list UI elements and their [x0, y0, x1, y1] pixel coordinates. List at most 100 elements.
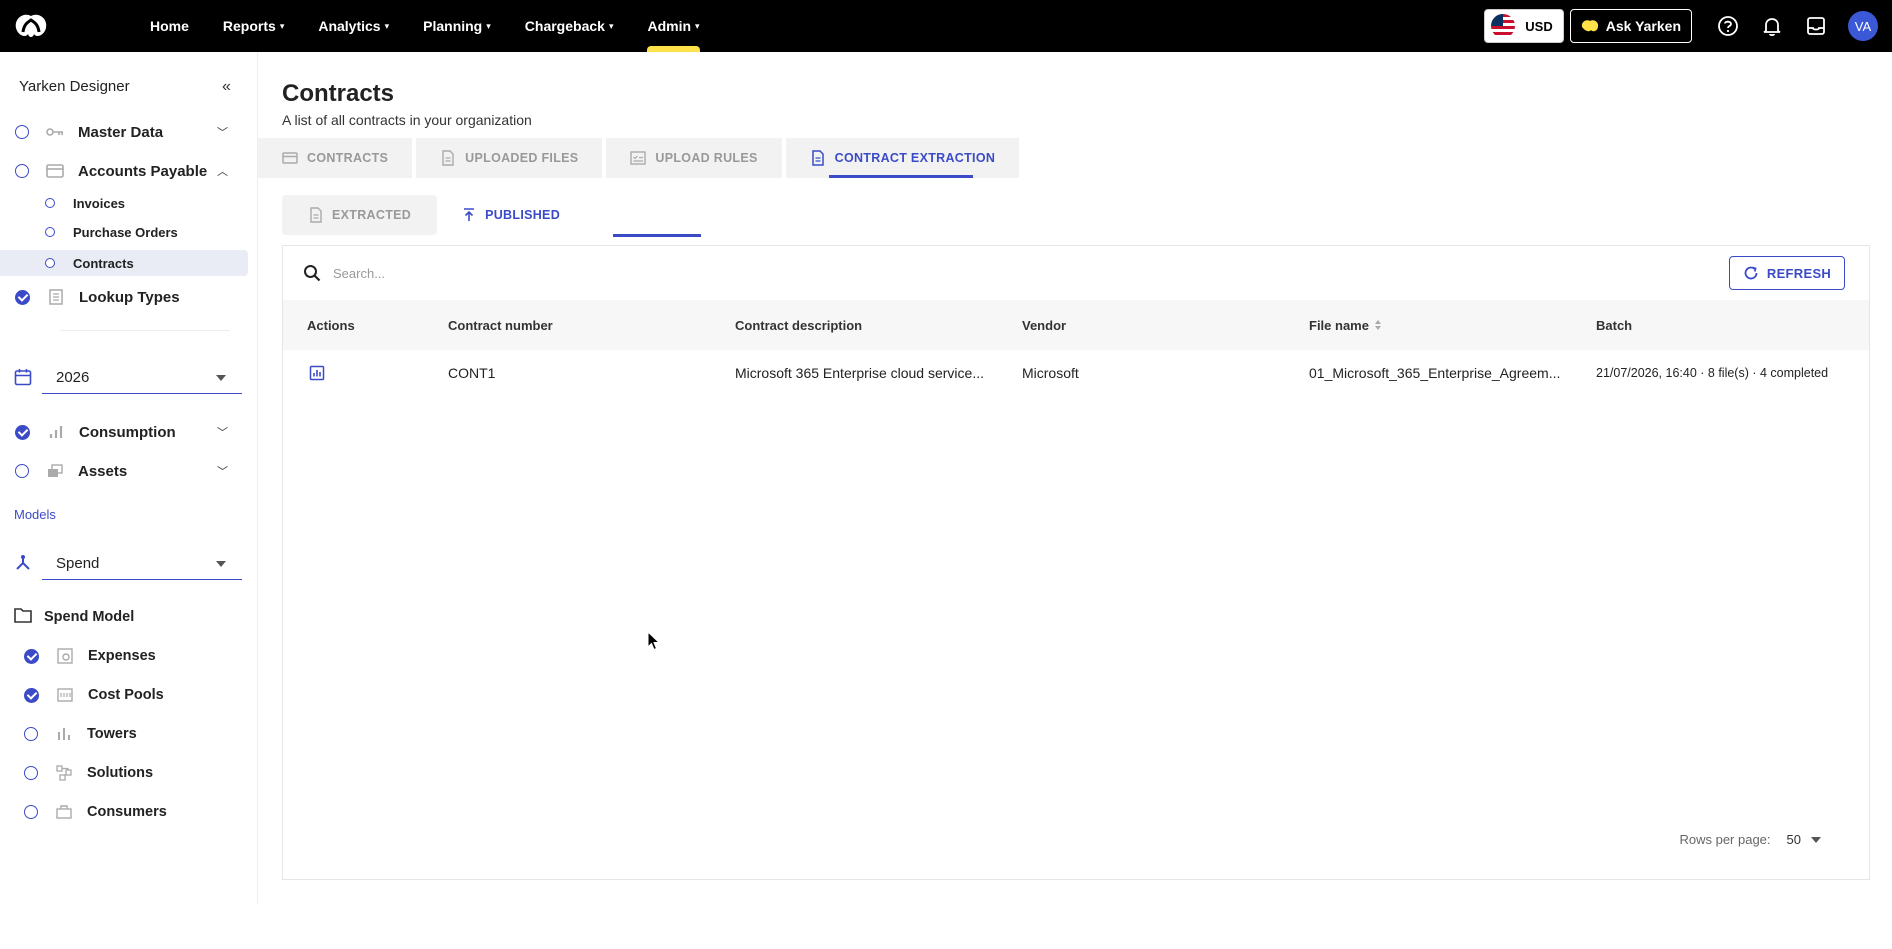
- folder-icon: [14, 607, 32, 628]
- nav-reports[interactable]: Reports ▾: [223, 0, 284, 52]
- key-icon: [46, 123, 64, 141]
- collapse-sidebar-icon[interactable]: «: [222, 78, 231, 96]
- column-header-actions: Actions: [307, 317, 355, 333]
- column-header-vendor[interactable]: Vendor: [1022, 300, 1066, 350]
- model-tree-icon: [14, 554, 32, 572]
- notifications-bell-icon[interactable]: [1760, 14, 1784, 38]
- chevron-down-icon: ▾: [695, 20, 700, 31]
- table-header: Actions Contract number Contract descrip…: [283, 300, 1869, 350]
- sidebar-item-expenses[interactable]: Expenses: [0, 641, 248, 671]
- sidebar-item-consumers[interactable]: Consumers: [0, 797, 248, 827]
- checked-circle-icon: [24, 648, 39, 664]
- top-bar: Home Reports ▾ Analytics ▾ Planning ▾ Charg…: [0, 0, 1892, 52]
- unchecked-circle-icon: [15, 164, 29, 178]
- document-icon: [811, 150, 824, 166]
- nav-analytics[interactable]: Analytics ▾: [318, 0, 389, 52]
- sidebar: Yarken Designer « Master Data ﹀ Accounts…: [0, 52, 258, 904]
- cell-contract-number: CONT1: [448, 365, 496, 381]
- sidebar-item-contracts[interactable]: Contracts: [0, 250, 248, 276]
- table-row[interactable]: CONT1 Microsoft 365 Enterprise cloud ser…: [283, 350, 1869, 396]
- sidebar-item-invoices[interactable]: Invoices: [0, 190, 248, 216]
- page-title: Contracts: [282, 80, 395, 107]
- card-icon: [46, 162, 64, 180]
- ask-yarken-button[interactable]: Ask Yarken: [1569, 9, 1692, 43]
- sidebar-item-solutions[interactable]: Solutions: [0, 758, 248, 788]
- cell-file-name: 01_Microsoft_365_Enterprise_Agreem...: [1309, 365, 1561, 381]
- cell-vendor: Microsoft: [1022, 365, 1079, 381]
- caret-down-icon[interactable]: [1811, 836, 1821, 843]
- unchecked-circle-icon: [45, 258, 55, 268]
- tab-uploaded-files[interactable]: UPLOADED FILES: [416, 138, 603, 178]
- nav-chargeback[interactable]: Chargeback ▾: [525, 0, 614, 52]
- list-icon: [47, 288, 65, 306]
- main-tabs: CONTRACTS UPLOADED FILES UPLOAD RULES CO…: [258, 138, 1023, 178]
- help-icon[interactable]: [1716, 14, 1740, 38]
- unchecked-circle-icon: [45, 198, 55, 208]
- rows-per-page-select[interactable]: 50: [1787, 832, 1801, 847]
- sidebar-item-master-data[interactable]: Master Data ﹀: [0, 117, 248, 147]
- column-header-contract-description[interactable]: Contract description: [735, 300, 862, 350]
- document-icon: [310, 207, 322, 223]
- unchecked-circle-icon: [45, 227, 55, 237]
- sidebar-item-consumption[interactable]: Consumption ﹀: [0, 417, 248, 447]
- refresh-button[interactable]: REFRESH: [1729, 256, 1845, 290]
- divider: [60, 330, 230, 331]
- chevron-down-icon: ▾: [279, 20, 285, 31]
- caret-down-icon: [216, 561, 226, 567]
- contracts-table-card: REFRESH Actions Contract number Contract…: [282, 245, 1870, 880]
- tab-contract-extraction[interactable]: CONTRACT EXTRACTION: [785, 138, 1020, 178]
- cell-batch: 21/07/2026, 16:40 · 8 file(s) · 4 comple…: [1596, 366, 1829, 380]
- nav-home[interactable]: Home: [150, 0, 189, 52]
- search-input[interactable]: [333, 260, 1133, 286]
- column-header-batch[interactable]: Batch: [1596, 300, 1632, 350]
- column-header-file-name[interactable]: File name: [1309, 300, 1382, 350]
- sort-icon[interactable]: [1374, 319, 1382, 331]
- column-header-contract-number[interactable]: Contract number: [448, 300, 553, 350]
- sidebar-item-accounts-payable[interactable]: Accounts Payable ︿: [0, 156, 248, 186]
- model-select[interactable]: Spend: [42, 548, 242, 580]
- sidebar-item-towers[interactable]: Towers: [0, 719, 248, 749]
- file-icon: [442, 150, 454, 166]
- tab-upload-rules[interactable]: UPLOAD RULES: [606, 138, 782, 178]
- unchecked-circle-icon: [15, 464, 29, 478]
- caret-down-icon: [216, 375, 226, 381]
- sidebar-item-assets[interactable]: Assets ﹀: [0, 456, 248, 486]
- tab-extracted[interactable]: EXTRACTED: [282, 195, 438, 235]
- row-actions: [309, 350, 325, 396]
- chevron-up-icon: ︿: [217, 166, 228, 178]
- currency-button[interactable]: USD: [1484, 9, 1564, 43]
- search-icon: [304, 265, 321, 282]
- sidebar-item-lookup-types[interactable]: Lookup Types: [0, 282, 248, 312]
- nav-admin[interactable]: Admin ▾: [647, 0, 700, 52]
- chevron-down-icon: ﹀: [217, 427, 228, 439]
- tab-contracts[interactable]: CONTRACTS: [258, 138, 413, 178]
- year-select[interactable]: 2026: [42, 362, 242, 394]
- unchecked-circle-icon: [24, 766, 38, 780]
- main-nav: Home Reports ▾ Analytics ▾ Planning ▾ Charg…: [150, 0, 734, 52]
- tab-published[interactable]: PUBLISHED: [437, 195, 701, 237]
- view-report-icon[interactable]: [309, 365, 325, 381]
- refresh-icon: [1744, 266, 1758, 280]
- nav-planning[interactable]: Planning ▾: [423, 0, 491, 52]
- publish-icon: [464, 208, 475, 221]
- us-flag-icon: [1491, 14, 1516, 38]
- sub-tabs: EXTRACTED PUBLISHED: [282, 195, 701, 237]
- mouse-cursor-icon: [647, 631, 661, 651]
- cell-contract-description: Microsoft 365 Enterprise cloud service..…: [735, 365, 984, 381]
- chevron-down-icon: ▾: [608, 20, 614, 31]
- chevron-down-icon: ▾: [486, 20, 491, 31]
- rules-icon: [630, 151, 647, 165]
- avatar[interactable]: VA: [1848, 11, 1878, 41]
- assets-icon: [46, 462, 64, 480]
- solutions-icon: [55, 764, 73, 782]
- yarken-logo-icon[interactable]: [12, 10, 50, 42]
- sidebar-item-purchase-orders[interactable]: Purchase Orders: [0, 219, 248, 245]
- models-label: Models: [14, 507, 56, 522]
- unchecked-circle-icon: [24, 805, 38, 819]
- cost-pools-icon: [56, 686, 74, 704]
- sidebar-item-cost-pools[interactable]: Cost Pools: [0, 680, 248, 710]
- calendar-icon: [14, 368, 32, 386]
- spend-model-header[interactable]: Spend Model: [0, 602, 248, 632]
- inbox-icon[interactable]: [1804, 14, 1828, 38]
- unchecked-circle-icon: [24, 727, 38, 741]
